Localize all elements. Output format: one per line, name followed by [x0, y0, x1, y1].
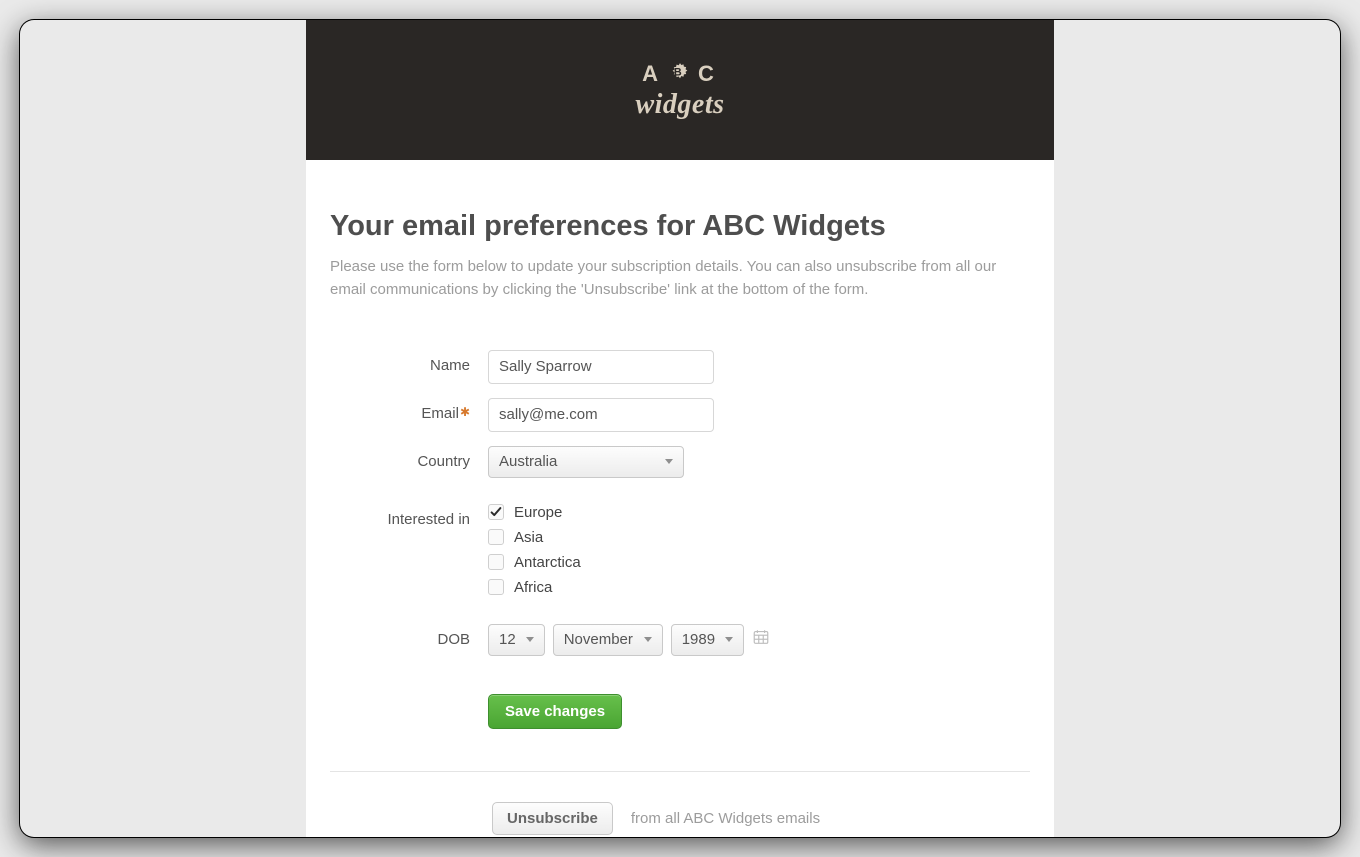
save-button[interactable]: Save changes	[488, 694, 622, 729]
chevron-down-icon	[665, 459, 673, 464]
dob-day-value: 12	[499, 631, 516, 648]
row-interested: Interested in Europe Asia	[330, 504, 1030, 604]
label-dob: DOB	[330, 624, 488, 648]
label-email: Email✱	[330, 398, 488, 422]
interest-item: Europe	[488, 504, 1030, 521]
interest-checkbox-antarctica[interactable]	[488, 554, 504, 570]
divider	[330, 771, 1030, 772]
required-icon: ✱	[460, 405, 470, 419]
label-email-text: Email	[421, 405, 459, 422]
email-input[interactable]	[488, 398, 714, 432]
interest-item: Asia	[488, 529, 1030, 546]
page-description: Please use the form below to update your…	[330, 255, 1030, 302]
content-panel: A B C widgets Your email preferences for…	[306, 20, 1054, 837]
brand-logo-top: A B C	[635, 61, 724, 87]
logo-letter-c: C	[698, 63, 718, 85]
logo-letter-a: A	[642, 63, 662, 85]
interest-checkbox-africa[interactable]	[488, 579, 504, 595]
svg-text:B: B	[674, 66, 686, 78]
dob-year-value: 1989	[682, 631, 715, 648]
chevron-down-icon	[526, 637, 534, 642]
country-select[interactable]: Australia	[488, 446, 684, 478]
dob-day-select[interactable]: 12	[488, 624, 545, 656]
interest-item: Africa	[488, 579, 1030, 596]
chevron-down-icon	[725, 637, 733, 642]
interests-list: Europe Asia Antarctica	[488, 504, 1030, 604]
interest-label: Antarctica	[514, 554, 581, 571]
calendar-icon[interactable]	[752, 628, 770, 651]
interest-checkbox-europe[interactable]	[488, 504, 504, 520]
label-country: Country	[330, 446, 488, 470]
unsubscribe-button[interactable]: Unsubscribe	[492, 802, 613, 835]
page-body: Your email preferences for ABC Widgets P…	[306, 160, 1054, 837]
label-name: Name	[330, 350, 488, 374]
brand-logo-bottom: widgets	[635, 91, 724, 119]
row-email: Email✱	[330, 398, 1030, 432]
name-input[interactable]	[488, 350, 714, 384]
dob-year-select[interactable]: 1989	[671, 624, 744, 656]
country-value: Australia	[499, 453, 557, 470]
label-interested: Interested in	[330, 504, 488, 528]
brand-logo: A B C widgets	[635, 61, 724, 119]
interest-label: Europe	[514, 504, 562, 521]
dob-month-select[interactable]: November	[553, 624, 663, 656]
dob-month-value: November	[564, 631, 633, 648]
interest-label: Asia	[514, 529, 543, 546]
gear-b-icon: B	[667, 61, 693, 87]
row-dob: DOB 12 November 1989	[330, 624, 1030, 656]
app-window: A B C widgets Your email preferences for…	[20, 20, 1340, 837]
brand-header: A B C widgets	[306, 20, 1054, 160]
unsubscribe-row: Unsubscribe from all ABC Widgets emails	[330, 802, 1030, 835]
page-title: Your email preferences for ABC Widgets	[330, 210, 1030, 243]
unsubscribe-text: from all ABC Widgets emails	[631, 810, 820, 827]
interest-item: Antarctica	[488, 554, 1030, 571]
chevron-down-icon	[644, 637, 652, 642]
row-save: Save changes	[330, 670, 1030, 729]
row-name: Name	[330, 350, 1030, 384]
row-country: Country Australia	[330, 446, 1030, 478]
interest-checkbox-asia[interactable]	[488, 529, 504, 545]
interest-label: Africa	[514, 579, 552, 596]
